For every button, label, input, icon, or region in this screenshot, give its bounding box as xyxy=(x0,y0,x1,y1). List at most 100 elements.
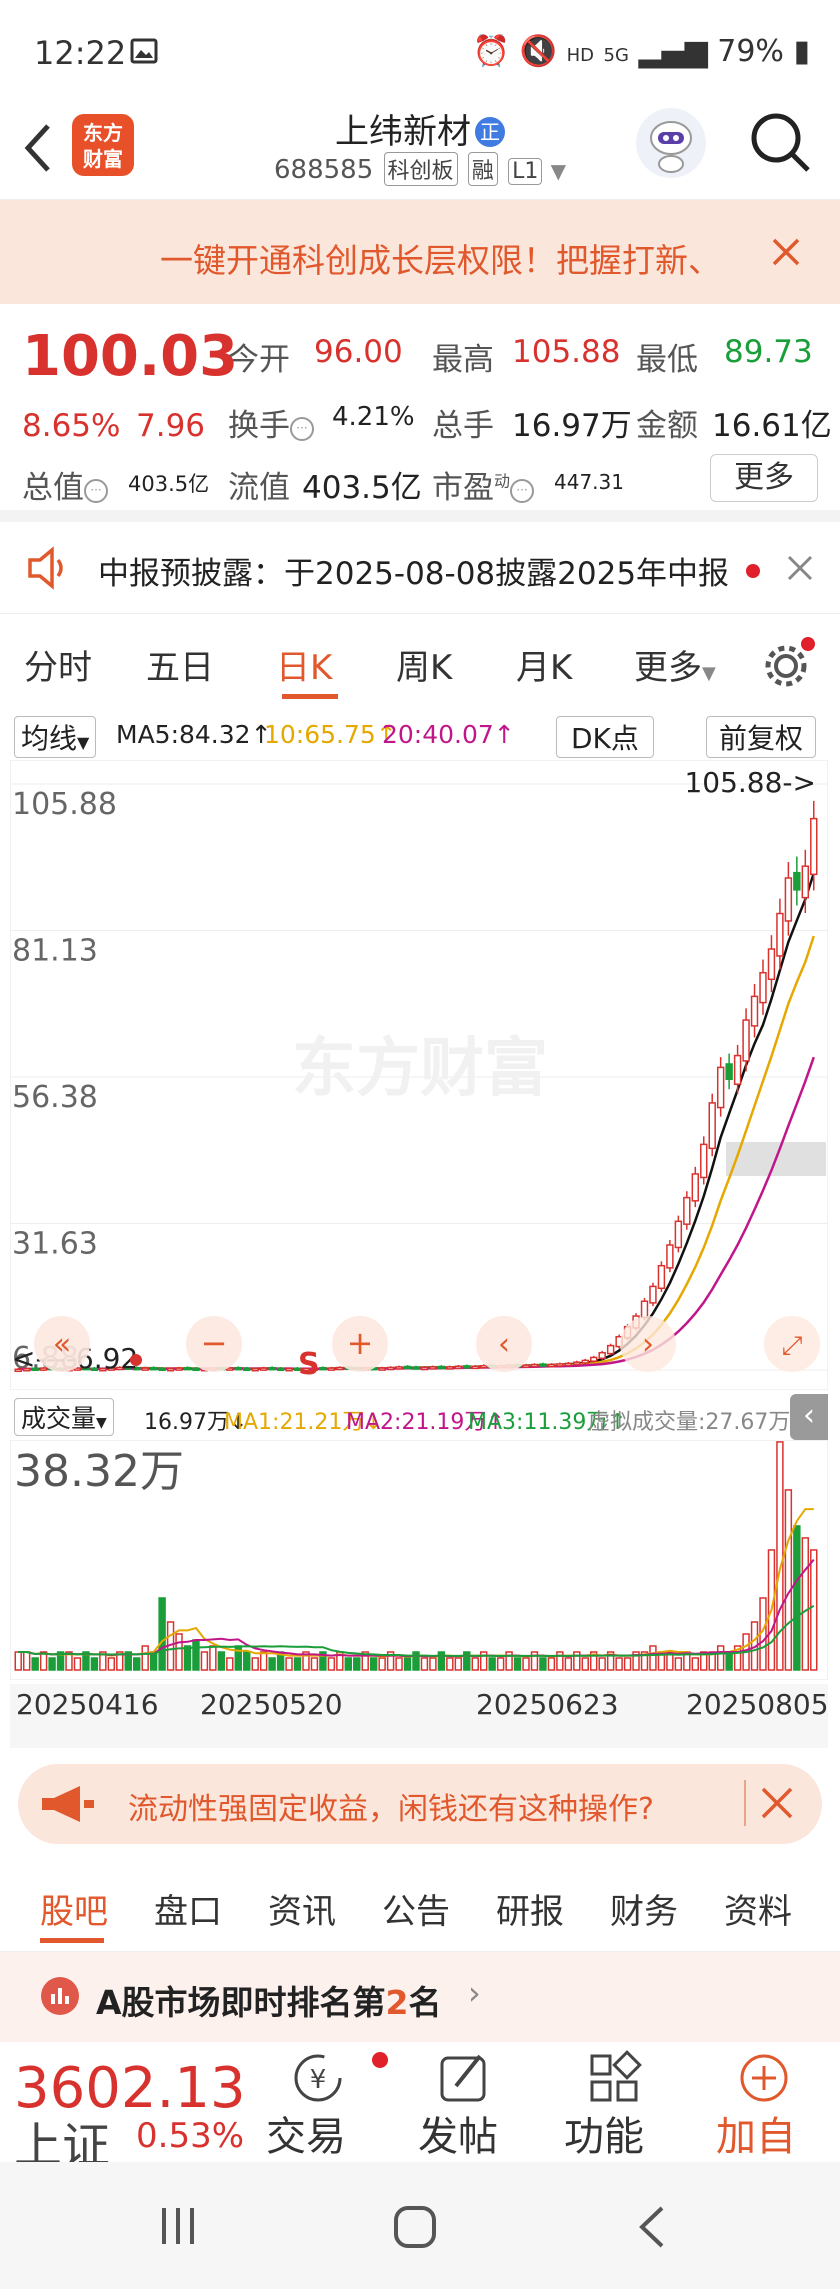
tab-five-day[interactable]: 五日 xyxy=(146,640,214,689)
candle-body xyxy=(259,1367,268,1371)
tab-finance[interactable]: 财务 xyxy=(610,1884,678,1933)
adjust-button[interactable]: 前复权 xyxy=(706,716,817,758)
candle-body xyxy=(149,1366,158,1371)
compose-icon[interactable] xyxy=(436,2050,492,2106)
nav-functions[interactable]: 功能 xyxy=(564,2104,644,2162)
candle-body xyxy=(234,1366,242,1371)
stock-header: 东方财富 上纬新材正 688585 科创板 融 L1 ▼ xyxy=(0,100,840,200)
report-notice[interactable]: 中报预披露：于2025-08-08披露2025年中报 xyxy=(0,522,840,614)
float-label: 流值 xyxy=(228,470,290,506)
tab-research[interactable]: 研报 xyxy=(496,1884,564,1933)
robot-avatar-icon[interactable] xyxy=(636,108,706,178)
search-icon[interactable] xyxy=(748,110,814,176)
candle-body xyxy=(564,1362,573,1367)
back-icon[interactable] xyxy=(634,2204,668,2250)
tab-daily-k[interactable]: 日K xyxy=(276,640,332,689)
bottom-toolbar: 3602.13 上证 0.53% ¥ 交易 发帖 功能 加自 xyxy=(0,2042,840,2162)
volume-bar xyxy=(293,1657,302,1671)
tab-weekly-k[interactable]: 周K xyxy=(396,640,452,689)
info-icon[interactable]: ··· xyxy=(290,417,314,441)
notice-text: 中报预披露：于2025-08-08披露2025年中报 xyxy=(98,556,730,592)
recent-apps-icon[interactable] xyxy=(156,2206,202,2246)
tab-more[interactable]: 更多▼ xyxy=(634,640,716,689)
ma20-value: 20:40.07↑ xyxy=(382,720,515,749)
volume-bar xyxy=(141,1645,149,1671)
home-icon[interactable] xyxy=(392,2204,438,2250)
stock-subtitle[interactable]: 688585 科创板 融 L1 ▼ xyxy=(0,152,840,186)
volume-bar xyxy=(251,1657,259,1671)
low-label: 最低 xyxy=(636,342,698,378)
kline-chart[interactable]: 东方财富 105.8881.1356.3831.636.88 105.88-> … xyxy=(10,760,828,1390)
close-icon[interactable] xyxy=(770,236,802,268)
hd-label: HD xyxy=(566,45,594,66)
volume-bar xyxy=(226,1657,234,1671)
ma-selector-label: 均线 xyxy=(21,722,78,755)
nav-trade[interactable]: 交易 xyxy=(266,2104,346,2162)
stock-code: 688585 xyxy=(273,155,374,185)
candle-body xyxy=(141,1367,149,1371)
grid-icon[interactable] xyxy=(586,2050,642,2106)
candle-body xyxy=(395,1366,403,1370)
ranking-suffix: 名 xyxy=(408,1983,442,2022)
volume-bar xyxy=(200,1651,209,1671)
candle-body xyxy=(226,1367,234,1371)
volume-bar xyxy=(539,1657,547,1671)
volume-bar xyxy=(615,1657,623,1671)
info-icon[interactable]: ··· xyxy=(510,479,535,503)
volume-selector[interactable]: 成交量▼ xyxy=(14,1398,114,1436)
tab-news[interactable]: 资讯 xyxy=(268,1884,336,1933)
ad-banner[interactable]: 流动性强固定收益，闲钱还有这种操作? xyxy=(18,1764,822,1844)
tab-intraday[interactable]: 分时 xyxy=(24,640,92,689)
add-watch-icon[interactable] xyxy=(736,2050,792,2106)
tab-guba[interactable]: 股吧 xyxy=(40,1884,108,1933)
candle-body xyxy=(767,948,776,981)
dk-point-button[interactable]: DK点 xyxy=(556,716,654,758)
tab-monthly-k[interactable]: 月K xyxy=(516,640,572,689)
more-button[interactable]: 更多 xyxy=(710,454,818,502)
promo-banner[interactable]: 一键开通科创成长层权限！把握打新、 xyxy=(0,200,840,304)
ma-selector[interactable]: 均线▼ xyxy=(14,716,97,758)
volume-bar xyxy=(175,1633,183,1671)
mcap-label-text: 总值 xyxy=(22,470,84,506)
dropdown-icon: ▼ xyxy=(550,159,566,183)
close-icon[interactable] xyxy=(786,554,814,582)
tab-profile[interactable]: 资料 xyxy=(724,1884,792,1933)
volume-bar xyxy=(513,1657,522,1671)
candle-body xyxy=(725,1063,733,1080)
volume-bar xyxy=(90,1657,99,1671)
tab-announcement[interactable]: 公告 xyxy=(382,1884,450,1933)
content-tabs: 股吧 盘口 资讯 公告 研报 财务 资料 xyxy=(0,1862,840,1952)
gear-icon[interactable] xyxy=(760,636,816,692)
nav-post[interactable]: 发帖 xyxy=(418,2104,498,2162)
trade-icon[interactable]: ¥ xyxy=(290,2050,346,2106)
volume-legend-row: 成交量▼ 16.97万↓ MA1:21.21万↓ MA2:21.19万↑ MA3… xyxy=(0,1392,840,1440)
candle-body xyxy=(446,1366,454,1370)
volume-chart[interactable]: 38.32万 xyxy=(10,1440,828,1680)
candle-body xyxy=(700,1143,708,1179)
volume-bar xyxy=(776,1441,784,1671)
ranking-banner[interactable]: A股市场即时排名第2名 › xyxy=(0,1952,840,2042)
svg-text:¥: ¥ xyxy=(310,2065,327,2095)
network-label: 5G xyxy=(603,45,629,66)
volume-max-label: 38.32万 xyxy=(14,1446,184,1497)
pe-value: 447.31 xyxy=(554,470,624,494)
ranking-prefix: A股市场即时排名第 xyxy=(96,1983,386,2022)
candle-body xyxy=(378,1367,386,1371)
nav-add-watchlist[interactable]: 加自 xyxy=(716,2104,796,2162)
candle-body xyxy=(386,1366,395,1371)
volume-bar xyxy=(793,1525,801,1671)
tab-pankou[interactable]: 盘口 xyxy=(154,1884,222,1933)
chevron-down-icon: ▼ xyxy=(702,663,716,684)
alarm-icon: ⏰ xyxy=(472,34,511,69)
ma10-value: 10:65.75↑ xyxy=(264,720,397,749)
tag-board: 科创板 xyxy=(383,152,458,186)
info-icon[interactable]: ··· xyxy=(84,479,108,503)
volume-bar xyxy=(73,1657,82,1671)
low-point-dot xyxy=(130,1354,142,1366)
collapse-panel-button[interactable]: ‹ xyxy=(790,1394,828,1440)
open-label: 今开 xyxy=(228,342,290,378)
candle-body xyxy=(243,1367,251,1372)
candle-body xyxy=(276,1367,285,1372)
tag-level: L1 xyxy=(508,158,543,185)
close-icon[interactable] xyxy=(760,1786,794,1820)
